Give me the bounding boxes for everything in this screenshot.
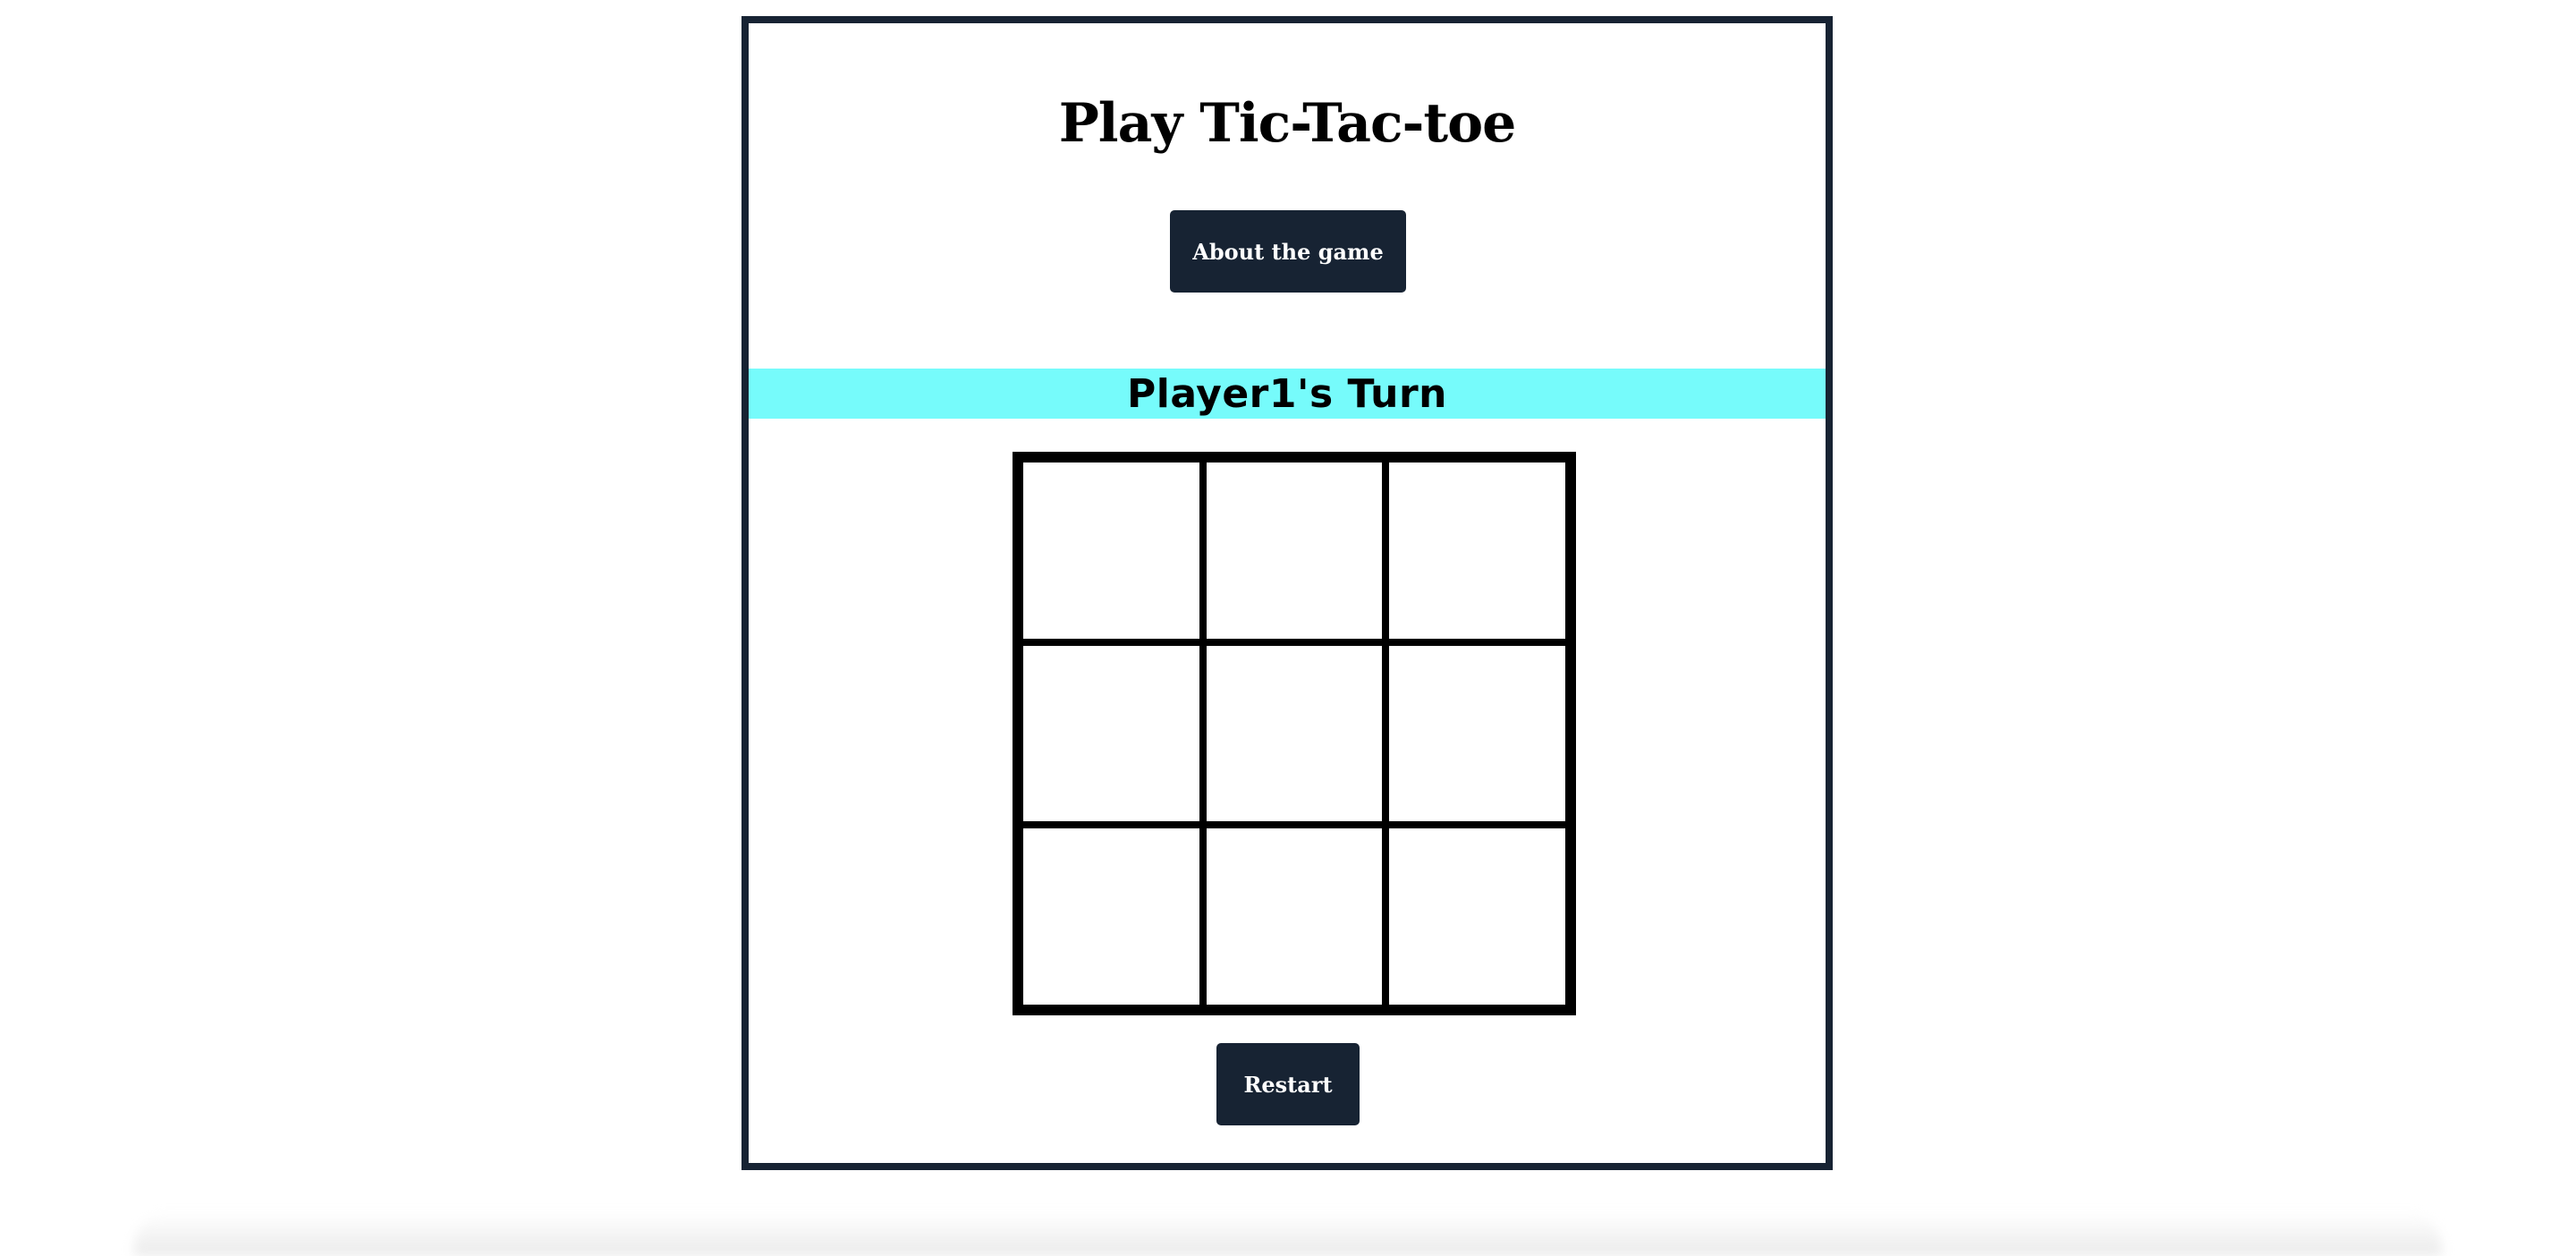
board-cell-3[interactable] [1389,463,1565,639]
bottom-shadow [134,1212,2442,1256]
turn-status: Player1's Turn [1126,370,1447,417]
restart-button[interactable]: Restart [1216,1043,1360,1125]
game-panel: Play Tic-Tac-toe About the game Player1'… [741,16,1833,1170]
board-cell-2[interactable] [1206,463,1383,639]
board-cell-5[interactable] [1206,645,1383,822]
board-cell-9[interactable] [1389,828,1565,1005]
game-board [1013,452,1576,1015]
board-cell-6[interactable] [1389,645,1565,822]
board-cell-8[interactable] [1206,828,1383,1005]
page: Play Tic-Tac-toe About the game Player1'… [0,0,2576,1256]
turn-banner: Player1's Turn [749,369,1826,419]
board-cell-4[interactable] [1023,645,1199,822]
about-game-button[interactable]: About the game [1170,210,1406,293]
board-cell-7[interactable] [1023,828,1199,1005]
game-title: Play Tic-Tac-toe [1058,92,1517,155]
board-cell-1[interactable] [1023,463,1199,639]
